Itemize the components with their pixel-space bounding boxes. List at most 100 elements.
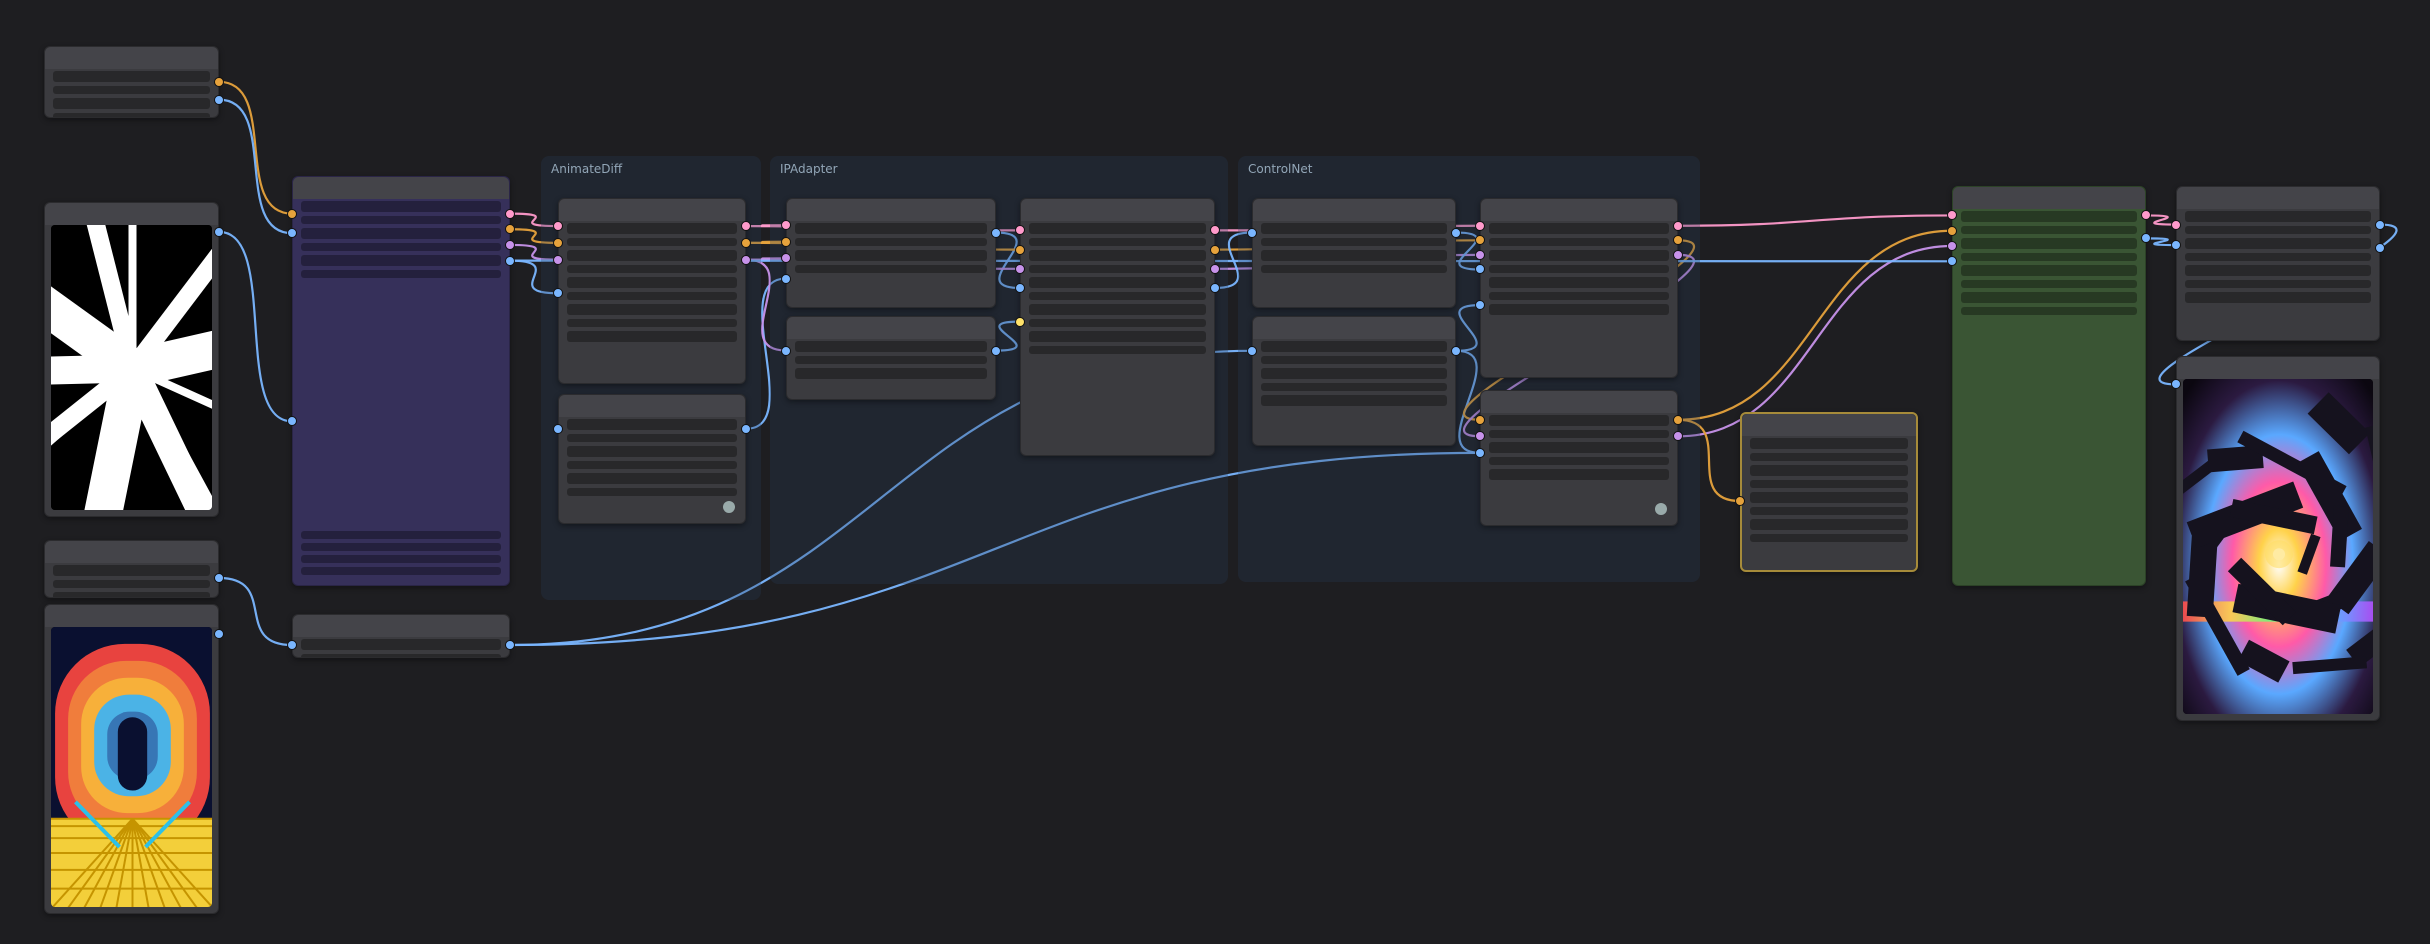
port[interactable] bbox=[1247, 228, 1257, 238]
port[interactable] bbox=[287, 209, 297, 219]
node-row[interactable] bbox=[567, 304, 737, 315]
port[interactable] bbox=[553, 424, 563, 434]
node-n_note[interactable] bbox=[292, 614, 510, 658]
node-row[interactable] bbox=[1029, 277, 1206, 288]
node-row[interactable] bbox=[1261, 265, 1447, 273]
port[interactable] bbox=[1015, 245, 1025, 255]
node-n_cnA[interactable] bbox=[1252, 198, 1456, 308]
node-row[interactable] bbox=[1029, 319, 1206, 327]
node-n_save[interactable] bbox=[2176, 356, 2380, 721]
port[interactable] bbox=[505, 209, 515, 219]
node-row[interactable] bbox=[1750, 492, 1908, 503]
node-row[interactable] bbox=[1750, 453, 1908, 461]
node-row[interactable] bbox=[301, 567, 501, 575]
node-row[interactable] bbox=[567, 419, 737, 430]
port[interactable] bbox=[1673, 221, 1683, 231]
edge[interactable] bbox=[219, 82, 292, 214]
port[interactable] bbox=[214, 573, 224, 583]
node-row[interactable] bbox=[1750, 480, 1908, 488]
node-n_cnD[interactable] bbox=[1480, 390, 1678, 526]
node-row[interactable] bbox=[1489, 469, 1669, 480]
node-row[interactable] bbox=[567, 461, 737, 469]
node-n_ipB[interactable] bbox=[786, 316, 996, 400]
node-row[interactable] bbox=[1489, 265, 1669, 273]
node-row[interactable] bbox=[567, 319, 737, 327]
node-n_adiffB[interactable] bbox=[558, 394, 746, 524]
node-row[interactable] bbox=[1489, 277, 1669, 288]
node-row[interactable] bbox=[567, 488, 737, 496]
edge[interactable] bbox=[219, 100, 292, 234]
port[interactable] bbox=[741, 424, 751, 434]
node-row[interactable] bbox=[567, 446, 737, 457]
port[interactable] bbox=[287, 640, 297, 650]
node-row[interactable] bbox=[301, 201, 501, 212]
port[interactable] bbox=[214, 227, 224, 237]
node-n_loadB[interactable] bbox=[44, 540, 219, 598]
node-row[interactable] bbox=[795, 250, 987, 261]
port[interactable] bbox=[214, 77, 224, 87]
edge[interactable] bbox=[219, 578, 292, 645]
node-row[interactable] bbox=[301, 543, 501, 551]
node-row[interactable] bbox=[301, 216, 501, 224]
node-n_cnC[interactable] bbox=[1480, 198, 1678, 378]
edge[interactable] bbox=[1678, 215, 1952, 225]
port[interactable] bbox=[214, 629, 224, 639]
node-row[interactable] bbox=[1961, 226, 2137, 234]
node-row[interactable] bbox=[301, 228, 501, 239]
node-row[interactable] bbox=[1029, 238, 1206, 246]
node-row[interactable] bbox=[2185, 211, 2371, 222]
port[interactable] bbox=[2141, 233, 2151, 243]
node-n_lora[interactable] bbox=[1740, 412, 1918, 572]
node-row[interactable] bbox=[301, 654, 501, 657]
node-n_ipA[interactable] bbox=[786, 198, 996, 308]
node-n_cnB[interactable] bbox=[1252, 316, 1456, 446]
node-n_imgA[interactable] bbox=[44, 202, 219, 517]
knob-icon[interactable] bbox=[723, 501, 735, 513]
node-row[interactable] bbox=[1261, 238, 1447, 246]
node-row[interactable] bbox=[1489, 292, 1669, 300]
node-row[interactable] bbox=[53, 592, 210, 597]
node-n_loadA[interactable] bbox=[44, 46, 219, 118]
node-row[interactable] bbox=[567, 473, 737, 484]
port[interactable] bbox=[1475, 221, 1485, 231]
port[interactable] bbox=[553, 255, 563, 265]
node-row[interactable] bbox=[301, 531, 501, 539]
node-row[interactable] bbox=[795, 223, 987, 234]
node-row[interactable] bbox=[1750, 465, 1908, 476]
node-row[interactable] bbox=[1029, 265, 1206, 273]
node-row[interactable] bbox=[567, 223, 737, 234]
port[interactable] bbox=[1673, 415, 1683, 425]
port[interactable] bbox=[1475, 250, 1485, 260]
node-row[interactable] bbox=[1029, 346, 1206, 354]
node-row[interactable] bbox=[1261, 383, 1447, 391]
node-row[interactable] bbox=[795, 368, 987, 379]
node-row[interactable] bbox=[1961, 307, 2137, 315]
node-row[interactable] bbox=[567, 277, 737, 288]
node-row[interactable] bbox=[1029, 223, 1206, 234]
node-row[interactable] bbox=[53, 71, 210, 82]
node-n_ksamp[interactable] bbox=[1952, 186, 2146, 586]
node-row[interactable] bbox=[1029, 304, 1206, 315]
node-row[interactable] bbox=[2185, 280, 2371, 288]
port[interactable] bbox=[781, 274, 791, 284]
node-row[interactable] bbox=[1029, 292, 1206, 300]
port[interactable] bbox=[2375, 243, 2385, 253]
port[interactable] bbox=[505, 256, 515, 266]
node-row[interactable] bbox=[567, 265, 737, 273]
node-row[interactable] bbox=[1489, 304, 1669, 315]
port[interactable] bbox=[1673, 250, 1683, 260]
port[interactable] bbox=[2375, 220, 2385, 230]
node-row[interactable] bbox=[1261, 356, 1447, 364]
node-n_imgB[interactable] bbox=[44, 604, 219, 914]
node-row[interactable] bbox=[1489, 430, 1669, 438]
port[interactable] bbox=[505, 240, 515, 250]
port[interactable] bbox=[1015, 264, 1025, 274]
node-row[interactable] bbox=[567, 250, 737, 261]
port[interactable] bbox=[505, 640, 515, 650]
edge[interactable] bbox=[219, 232, 292, 421]
node-row[interactable] bbox=[1261, 341, 1447, 352]
node-row[interactable] bbox=[2185, 253, 2371, 261]
node-row[interactable] bbox=[1261, 250, 1447, 261]
node-row[interactable] bbox=[1489, 457, 1669, 465]
node-row[interactable] bbox=[1489, 415, 1669, 426]
